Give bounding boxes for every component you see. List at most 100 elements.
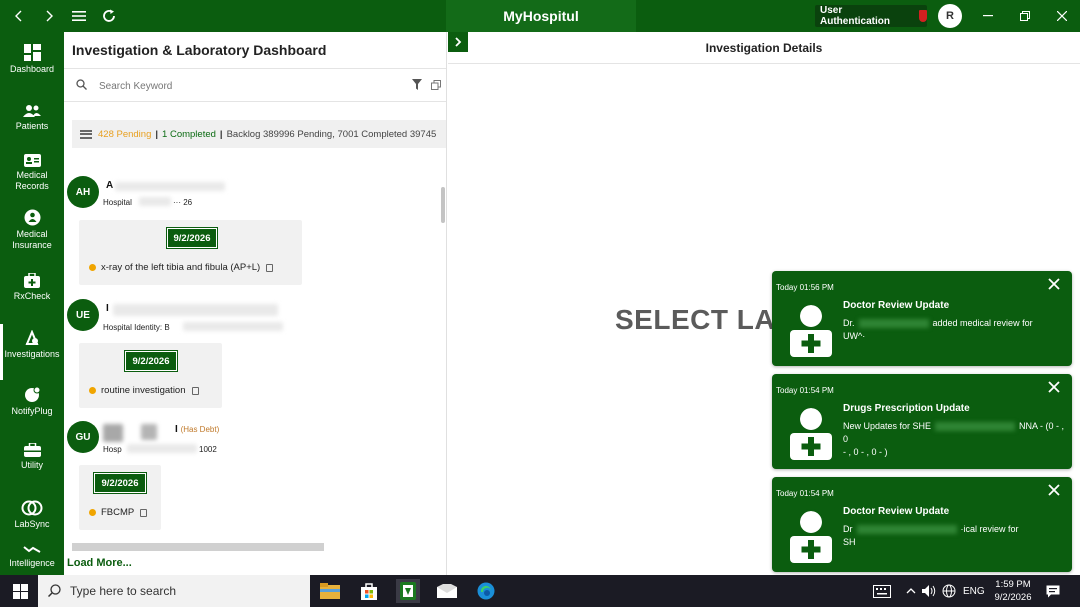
patient-name: I (175, 424, 178, 435)
speaker-icon (922, 585, 936, 597)
separator: | (219, 128, 223, 140)
keyboard-tray-icon[interactable] (873, 575, 891, 607)
medical-insurance-icon (24, 209, 40, 226)
menu-button[interactable] (66, 3, 92, 29)
copy-icon[interactable] (191, 386, 199, 395)
start-button[interactable] (8, 579, 32, 603)
filter-icon[interactable] (412, 79, 422, 90)
notification-toast[interactable]: Today 01:54 PM Doctor Review Update Dr ·i… (772, 477, 1072, 572)
system-clock[interactable]: 1:59 PM 9/2/2026 (990, 578, 1036, 604)
completed-count[interactable]: 1 Completed (162, 129, 216, 140)
notification-close-button[interactable] (1048, 484, 1060, 500)
vertical-scrollbar[interactable] (441, 177, 445, 547)
taskbar-myhospitul[interactable] (396, 579, 420, 603)
refresh-icon (103, 9, 115, 22)
notification-close-button[interactable] (1048, 278, 1060, 294)
title-bar: MyHospitul User Authentication R (0, 0, 1080, 32)
test-name: routine investigation (101, 385, 186, 396)
taskbar-mail[interactable] (435, 579, 459, 603)
patient-identity: Hosp (103, 445, 122, 454)
network-tray-icon[interactable] (942, 575, 956, 607)
notification-toast[interactable]: Today 01:56 PM Doctor Review Update Dr. a… (772, 271, 1072, 366)
details-title: Investigation Details (448, 32, 1080, 64)
patients-icon (23, 105, 41, 117)
close-button[interactable] (1044, 0, 1080, 32)
globe-icon (942, 584, 956, 598)
pending-count[interactable]: 428 Pending (98, 129, 151, 140)
copy-icon[interactable] (431, 80, 441, 90)
edge-browser-icon (477, 582, 495, 600)
investigation-card[interactable]: 9/2/2026 routine investigation (79, 343, 222, 408)
sidebar-item-medical-records[interactable]: Medical Records (0, 154, 64, 192)
list-item[interactable]: GU I (Has Debt) Hosp 1002 9/2/2026 FBCMP (67, 419, 437, 541)
patient-avatar: AH (67, 176, 99, 208)
list-item[interactable]: AH A Hospital ··· 26 9/2/2026 x-ray of t… (67, 174, 437, 294)
show-hidden-icons-button[interactable] (906, 575, 916, 607)
search-icon (48, 584, 61, 597)
search-bar (64, 68, 446, 102)
pending-status-dot (89, 509, 96, 516)
investigation-card[interactable]: 9/2/2026 x-ray of the left tibia and fib… (79, 220, 302, 285)
redacted-region (115, 182, 225, 191)
doctor-support-icon (790, 406, 832, 460)
taskbar-file-explorer[interactable] (318, 579, 342, 603)
clock-time: 1:59 PM (995, 579, 1031, 590)
redacted-region (139, 197, 171, 206)
collapse-panel-button[interactable] (448, 32, 468, 52)
copy-icon[interactable] (266, 263, 274, 272)
avatar[interactable]: R (938, 4, 962, 28)
sidebar-item-utility[interactable]: Utility (0, 443, 64, 471)
touch-keyboard-icon (873, 584, 891, 598)
notification-line: Dr (843, 524, 853, 534)
redacted-region (858, 319, 929, 329)
notification-body: New Updates for SHE NNA - (0 - , 0 - , 0 … (843, 420, 1068, 459)
windows-logo-icon (12, 583, 28, 599)
sidebar-item-intelligence[interactable]: Intelligence (0, 545, 64, 569)
taskbar-search-box[interactable]: Type here to search (38, 575, 310, 607)
taskbar-store[interactable] (357, 579, 381, 603)
sidebar-item-notifyplug[interactable]: NotifyPlug (0, 386, 64, 417)
patient-name-row: I (Has Debt) (175, 424, 219, 435)
list-item[interactable]: UE I Hospital Identity: B 9/2/2026 routi… (67, 297, 437, 419)
back-button[interactable] (6, 3, 32, 29)
close-icon (1048, 278, 1060, 290)
search-input[interactable] (99, 77, 399, 95)
copy-icon[interactable] (140, 508, 148, 517)
user-authentication-button[interactable]: User Authentication (815, 5, 927, 27)
sidebar: Dashboard Patients Medical Records Medic… (0, 32, 64, 575)
sidebar-item-dashboard[interactable]: Dashboard (0, 44, 64, 75)
language-indicator[interactable]: ENG (963, 575, 985, 607)
volume-tray-icon[interactable] (922, 575, 938, 607)
load-more-link[interactable]: Load More... (67, 557, 132, 569)
test-line: x-ray of the left tibia and fibula (AP+L… (89, 262, 274, 273)
sidebar-item-medical-insurance[interactable]: Medical Insurance (0, 209, 64, 251)
notification-toast[interactable]: Today 01:54 PM Drugs Prescription Update… (772, 374, 1072, 469)
minimize-button[interactable] (970, 0, 1006, 32)
forward-button[interactable] (36, 3, 62, 29)
refresh-button[interactable] (96, 3, 122, 29)
investigations-icon (25, 330, 39, 345)
store-bag-icon (361, 583, 377, 600)
close-icon (1057, 11, 1067, 21)
doctor-support-icon (790, 303, 832, 357)
taskbar-edge[interactable] (474, 579, 498, 603)
sidebar-item-investigations[interactable]: Investigations (0, 324, 64, 380)
sidebar-item-patients[interactable]: Patients (0, 104, 64, 132)
date-badge: 9/2/2026 (124, 350, 178, 372)
action-center-button[interactable] (1046, 575, 1060, 607)
redacted-region (856, 525, 957, 535)
horizontal-scrollbar[interactable] (72, 543, 324, 551)
investigation-card[interactable]: 9/2/2026 FBCMP (79, 465, 161, 530)
date-badge: 9/2/2026 (166, 227, 218, 249)
sidebar-item-rxcheck[interactable]: RxCheck (0, 273, 64, 302)
clock-date: 9/2/2026 (994, 592, 1032, 603)
notifyplug-icon (24, 386, 40, 402)
close-icon (1048, 381, 1060, 393)
sidebar-item-labsync[interactable]: LabSync (0, 500, 64, 530)
sidebar-item-label: Patients (15, 121, 49, 131)
maximize-button[interactable] (1007, 0, 1043, 32)
sidebar-item-label: RxCheck (13, 291, 51, 301)
scrollbar-thumb[interactable] (441, 187, 445, 223)
notification-close-button[interactable] (1048, 381, 1060, 397)
test-line: routine investigation (89, 385, 199, 396)
